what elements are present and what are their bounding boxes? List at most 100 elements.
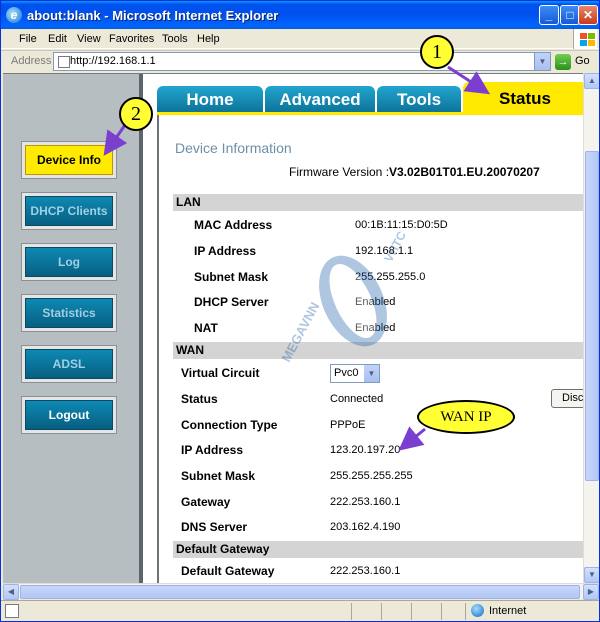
address-dropdown-icon[interactable]: ▼ (534, 53, 550, 70)
nav-dhcp-clients-button[interactable]: DHCP Clients (21, 192, 117, 230)
browser-window: e about:blank - Microsoft Internet Explo… (0, 0, 600, 622)
tab-status[interactable]: Status (463, 82, 583, 114)
lan-mac-value: 00:1B:11:15:D0:5D (355, 219, 448, 231)
left-navigation: Device Info DHCP Clients Log Statistics … (3, 74, 143, 583)
menu-favorites[interactable]: Favorites (109, 33, 154, 45)
default-gateway-value: 222.253.160.1 (330, 565, 401, 577)
menu-edit[interactable]: Edit (48, 33, 67, 45)
wan-ip-value: 123.20.197.20 (330, 444, 401, 456)
nav-statistics-button[interactable]: Statistics (21, 294, 117, 332)
wan-gateway-label: Gateway (181, 495, 231, 509)
wan-gateway-value: 222.253.160.1 (330, 496, 401, 508)
status-divider (441, 603, 442, 620)
status-panel: Device Information Firmware Version : V3… (157, 115, 583, 583)
chevron-down-icon: ▼ (364, 365, 379, 382)
lan-mask-label: Subnet Mask (194, 270, 269, 284)
wan-mask-value: 255.255.255.255 (330, 470, 413, 482)
top-tabs: Home Advanced Tools Status (157, 82, 583, 114)
horizontal-scroll-thumb[interactable] (20, 585, 580, 599)
firmware-value: V3.02B01T01.EU.20070207 (389, 165, 540, 179)
scroll-down-icon[interactable]: ▼ (584, 567, 599, 583)
wan-conn-type-label: Connection Type (181, 418, 278, 432)
page-title: Device Information (175, 140, 292, 156)
vertical-scroll-thumb[interactable] (585, 151, 599, 481)
nav-device-info-label: Device Info (25, 145, 113, 175)
address-input[interactable]: http://192.168.1.1 ▼ (53, 52, 551, 71)
lan-ip-value: 192.168.1.1 (355, 245, 414, 257)
main-content: Home Advanced Tools Status Device Inform… (147, 74, 583, 583)
menu-help[interactable]: Help (197, 33, 220, 45)
nav-logout-label: Logout (25, 400, 113, 430)
wan-status-value: Connected (330, 393, 384, 405)
virtual-circuit-select[interactable]: Pvc0 ▼ (330, 364, 380, 383)
nav-device-info-button[interactable]: Device Info (21, 141, 117, 179)
tab-tools[interactable]: Tools (377, 86, 461, 114)
nav-dhcp-clients-label: DHCP Clients (25, 196, 113, 226)
lan-ip-label: IP Address (194, 244, 257, 258)
minimize-button[interactable]: _ (539, 5, 559, 25)
wan-conn-type-value: PPPoE (330, 419, 366, 431)
status-divider (411, 603, 412, 620)
wan-dns-label: DNS Server (181, 520, 248, 534)
nav-log-label: Log (25, 247, 113, 277)
go-label: Go (575, 55, 590, 67)
maximize-button[interactable]: □ (560, 5, 580, 25)
nav-logout-button[interactable]: Logout (21, 396, 117, 434)
lan-mac-label: MAC Address (194, 218, 273, 232)
internet-explorer-icon: e (6, 7, 22, 23)
go-button[interactable]: → Go (555, 53, 595, 71)
nav-statistics-label: Statistics (25, 298, 113, 328)
nav-log-button[interactable]: Log (21, 243, 117, 281)
callout-wan-ip: WAN IP (417, 400, 515, 434)
wan-status-label: Status (181, 392, 218, 406)
tab-home[interactable]: Home (157, 86, 263, 114)
internet-zone-globe-icon (471, 604, 484, 617)
firmware-label: Firmware Version : (289, 165, 390, 179)
menu-view[interactable]: View (77, 33, 101, 45)
address-url[interactable]: http://192.168.1.1 (70, 55, 156, 67)
windows-flag-icon (573, 29, 597, 49)
nav-adsl-button[interactable]: ADSL (21, 345, 117, 383)
address-label: Address (11, 55, 52, 67)
address-bar: Address http://192.168.1.1 ▼ → Go (1, 50, 599, 72)
tab-advanced[interactable]: Advanced (265, 86, 375, 114)
status-divider (381, 603, 382, 620)
window-title: about:blank - Microsoft Internet Explore… (27, 8, 279, 23)
status-bar: Internet (1, 600, 599, 621)
lan-section-header: LAN (173, 194, 583, 211)
wan-mask-label: Subnet Mask (181, 469, 256, 483)
page-viewport: Device Info DHCP Clients Log Statistics … (3, 73, 583, 583)
wan-vc-label: Virtual Circuit (181, 366, 260, 380)
default-gateway-label: Default Gateway (181, 564, 275, 578)
lan-nat-label: NAT (194, 321, 218, 335)
callout-step-1: 1 (420, 35, 454, 69)
lan-dhcp-label: DHCP Server (194, 295, 269, 309)
disconnect-button[interactable]: Disc (551, 389, 583, 408)
page-status-icon (5, 604, 19, 618)
wan-ip-label: IP Address (181, 443, 244, 457)
default-gateway-section-header: Default Gateway (173, 541, 583, 558)
page-icon (58, 56, 70, 68)
lan-mask-value: 255.255.255.0 (355, 271, 426, 283)
scroll-up-icon[interactable]: ▲ (584, 73, 599, 89)
wan-dns-value: 203.162.4.190 (330, 521, 401, 533)
menu-file[interactable]: File (19, 33, 37, 45)
horizontal-scrollbar[interactable]: ◀ ▶ (3, 583, 599, 600)
wan-section-header: WAN (173, 342, 583, 359)
status-divider (351, 603, 352, 620)
lan-dhcp-value: Enabled (355, 296, 396, 308)
menu-tools[interactable]: Tools (162, 33, 188, 45)
go-arrow-icon: → (555, 54, 571, 70)
security-zone-label: Internet (489, 605, 527, 617)
close-button[interactable]: ✕ (578, 5, 598, 25)
virtual-circuit-value: Pvc0 (334, 367, 359, 379)
scroll-right-icon[interactable]: ▶ (583, 584, 599, 600)
menu-bar: File Edit View Favorites Tools Help (1, 29, 599, 49)
callout-step-2: 2 (119, 97, 153, 131)
scroll-left-icon[interactable]: ◀ (3, 584, 19, 600)
nav-adsl-label: ADSL (25, 349, 113, 379)
lan-nat-value: Enabled (355, 322, 396, 334)
vertical-scrollbar[interactable]: ▲ ▼ (583, 73, 599, 583)
title-bar[interactable]: e about:blank - Microsoft Internet Explo… (1, 1, 599, 29)
status-divider (465, 603, 466, 620)
